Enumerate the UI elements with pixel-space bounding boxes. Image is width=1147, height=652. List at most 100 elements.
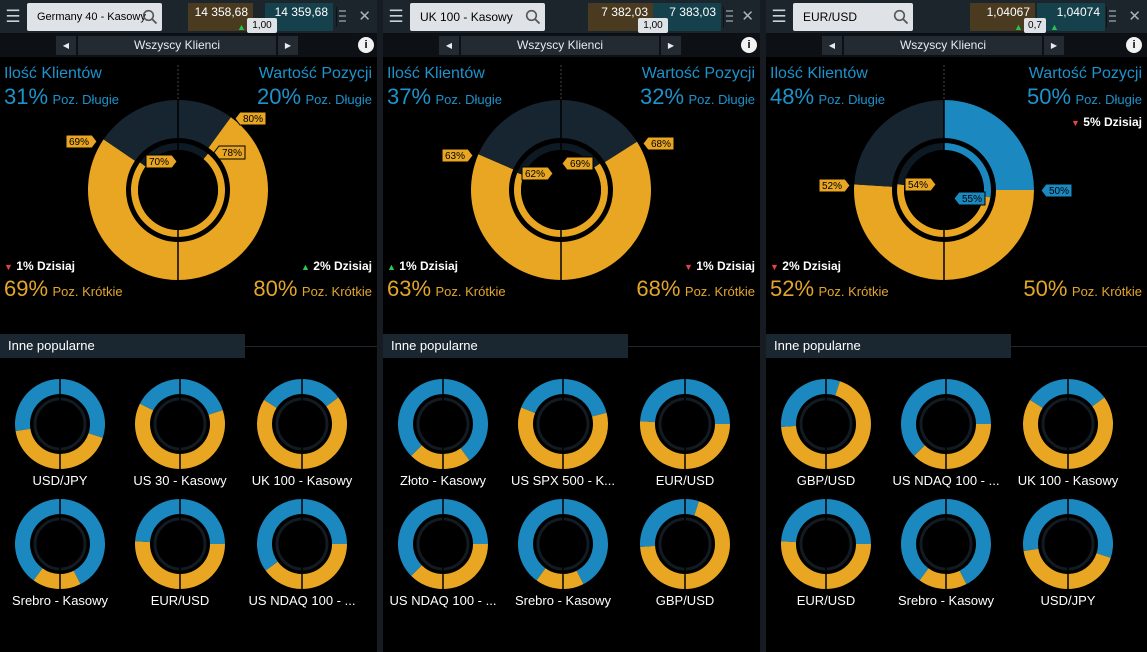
value-long-percent: 20% [257, 84, 302, 109]
popular-instrument-item[interactable]: UK 100 - Kasowy [242, 377, 362, 488]
instrument-selector[interactable]: UK 100 - Kasowy [410, 3, 545, 31]
search-icon[interactable] [893, 9, 909, 25]
popular-instrument-name: US NDAQ 100 - ... [389, 593, 497, 608]
popular-instrument-name: UK 100 - Kasowy [251, 473, 353, 488]
client-filter-label: Wszyscy Klienci [844, 36, 1042, 55]
popular-instrument-item[interactable]: US 30 - Kasowy [120, 377, 240, 488]
menu-icon[interactable]: ☰ [383, 0, 409, 34]
close-icon[interactable]: ✕ [741, 0, 754, 34]
svg-text:68%: 68% [651, 139, 671, 150]
popular-instrument-item[interactable]: Srebro - Kasowy [503, 497, 623, 608]
drag-handle-icon[interactable] [723, 7, 735, 27]
popular-instrument-item[interactable]: UK 100 - Kasowy [1008, 377, 1128, 488]
mini-value-ring [946, 424, 991, 469]
popular-instrument-item[interactable]: USD/JPY [0, 377, 120, 488]
info-icon[interactable]: i [741, 37, 757, 53]
clients-long-row: 48% Poz. Długie [770, 84, 885, 110]
clients-long-row: 31% Poz. Długie [4, 84, 119, 110]
value-today-text: 2% Dzisiaj [313, 259, 372, 273]
search-icon[interactable] [142, 9, 158, 25]
menu-icon[interactable]: ☰ [0, 0, 26, 34]
popular-instrument-item[interactable]: US NDAQ 100 - ... [886, 377, 1006, 488]
next-filter-button[interactable]: ▶ [278, 36, 298, 55]
popular-instrument-item[interactable]: GBP/USD [625, 497, 745, 608]
svg-text:50%: 50% [1049, 186, 1069, 197]
spread-value: 1,00 [247, 18, 277, 33]
svg-text:54%: 54% [908, 180, 928, 191]
drag-handle-icon[interactable] [1106, 7, 1118, 27]
prev-filter-button[interactable]: ◀ [56, 36, 76, 55]
mini-donut-chart [781, 379, 871, 469]
short-label: Poz. Krótkie [435, 284, 506, 299]
tick-up-icon: ▲ [237, 22, 246, 32]
mini-clients-ring [135, 541, 180, 589]
mini-clients-ring [781, 379, 826, 427]
popular-instrument-item[interactable]: US NDAQ 100 - ... [383, 497, 503, 608]
mini-donut-chart [398, 499, 488, 589]
arrow-down-icon: ▼ [770, 262, 779, 272]
menu-icon[interactable]: ☰ [766, 0, 792, 34]
popular-instrument-item[interactable]: Srebro - Kasowy [0, 497, 120, 608]
popular-instrument-item[interactable]: EUR/USD [766, 497, 886, 608]
arrow-up-icon: ▲ [387, 262, 396, 272]
popular-instrument-item[interactable]: EUR/USD [120, 497, 240, 608]
popular-instrument-item[interactable]: Srebro - Kasowy [886, 497, 1006, 608]
popular-instrument-item[interactable]: USD/JPY [1008, 497, 1128, 608]
panel-header: ☰ UK 100 - Kasowy 7 382,03 1,00 7 383,03… [383, 0, 760, 34]
value-tag: 50% [1040, 183, 1073, 198]
prev-filter-button[interactable]: ◀ [822, 36, 842, 55]
mini-donut-chart [14, 379, 106, 469]
search-icon[interactable] [525, 9, 541, 25]
arrow-down-icon: ▼ [4, 262, 13, 272]
value-tag: 68% [642, 136, 675, 151]
value-long-row: 50% Poz. Długie [1027, 84, 1142, 110]
value-tag: 52% [818, 178, 851, 193]
popular-instrument-name: EUR/USD [796, 593, 856, 608]
clients-long-percent: 37% [387, 84, 432, 109]
mini-value-ring [826, 499, 871, 544]
svg-text:63%: 63% [445, 151, 465, 162]
popular-instrument-item[interactable]: GBP/USD [766, 377, 886, 488]
value-short-percent: 80% [253, 276, 298, 301]
popular-instrument-name: EUR/USD [655, 473, 715, 488]
clients-short-row: 63% Poz. Krótkie [387, 276, 506, 302]
instrument-selector[interactable]: Germany 40 - Kasowy [27, 3, 162, 31]
svg-text:52%: 52% [822, 181, 842, 192]
mini-value-ring [302, 499, 347, 544]
close-icon[interactable]: ✕ [358, 0, 371, 34]
info-icon[interactable]: i [358, 37, 374, 53]
next-filter-button[interactable]: ▶ [661, 36, 681, 55]
long-label: Poz. Długie [688, 92, 755, 107]
spread-value: 1,00 [638, 18, 668, 33]
popular-instrument-item[interactable]: EUR/USD [625, 377, 745, 488]
value-tag: 63% [441, 148, 474, 163]
drag-handle-icon[interactable] [336, 7, 348, 27]
mini-donut-chart [1023, 379, 1113, 469]
popular-instrument-item[interactable]: US SPX 500 - K... [503, 377, 623, 488]
popular-instrument-item[interactable]: Złoto - Kasowy [383, 377, 503, 488]
popular-instrument-name: Srebro - Kasowy [897, 593, 995, 608]
close-icon[interactable]: ✕ [1128, 0, 1141, 34]
popular-instrument-name: US NDAQ 100 - ... [892, 473, 1000, 488]
sell-price: 7 382,03 [601, 5, 648, 19]
next-filter-button[interactable]: ▶ [1044, 36, 1064, 55]
value-short-percent: 68% [636, 276, 681, 301]
value-short-row: 50% Poz. Krótkie [1023, 276, 1142, 302]
mini-value-ring [180, 544, 225, 589]
popular-instrument-name: GBP/USD [796, 473, 856, 488]
clients-today-change: ▼ 1% Dzisiaj [4, 259, 75, 273]
arrow-down-icon: ▼ [684, 262, 693, 272]
client-filter-bar: ◀ Wszyscy Klienci ▶ i [383, 34, 760, 57]
prev-filter-button[interactable]: ◀ [439, 36, 459, 55]
instrument-selector[interactable]: EUR/USD [793, 3, 913, 31]
position-value-title: Wartość Pozycji [1028, 65, 1142, 82]
popular-instrument-item[interactable]: US NDAQ 100 - ... [242, 497, 362, 608]
info-icon[interactable]: i [1126, 37, 1142, 53]
buy-price-button[interactable]: 1,04074 [1037, 3, 1105, 31]
mini-value-ring [302, 544, 347, 589]
mini-clients-ring [14, 379, 60, 432]
mini-value-ring [1068, 499, 1113, 558]
svg-text:78%: 78% [222, 148, 242, 159]
value-tag: 69% [561, 156, 594, 171]
sell-price: 14 358,68 [194, 5, 248, 19]
